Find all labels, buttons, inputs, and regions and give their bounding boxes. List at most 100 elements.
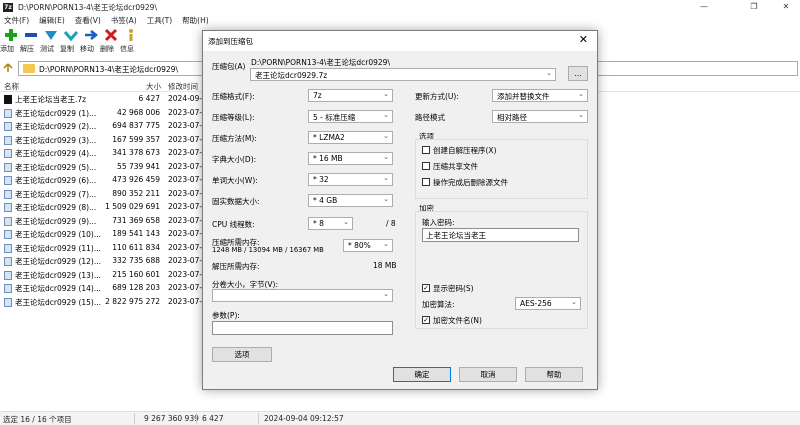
column-size[interactable]: 大小: [146, 81, 161, 92]
file-row[interactable]: 老王论坛dcr0929 (10)... 189 541 143 2023-07-2: [0, 228, 210, 242]
file-row[interactable]: 老王论坛dcr0929 (11)... 110 611 834 2023-07-2: [0, 242, 210, 256]
toolbar-test-button[interactable]: 测试: [40, 28, 62, 53]
delete-after-label: 操作完成后删除源文件: [433, 178, 508, 187]
file-name: 老王论坛dcr0929 (11)...: [15, 243, 101, 253]
column-name[interactable]: 名称: [4, 81, 19, 92]
threads-select[interactable]: * 8 ⌄: [308, 217, 353, 230]
file-row[interactable]: 老王论坛dcr0929 (13)... 215 160 601 2023-07-2: [0, 269, 210, 283]
dictionary-select[interactable]: * 16 MB ⌄: [308, 152, 393, 165]
compress-shared-label: 压缩共享文件: [433, 162, 478, 171]
parameters-label: 参数(P):: [212, 311, 240, 320]
file-size: 6 427: [138, 94, 160, 103]
file-size: 167 599 357: [112, 134, 160, 144]
add-to-archive-dialog: 添加到压缩包 ✕ 压缩包(A) D:\PORN\PORN13-4\老王论坛dcr…: [202, 30, 598, 390]
file-row[interactable]: 老王论坛dcr0929 (8)... 1 509 029 691 2023-07-2: [0, 201, 210, 215]
archive-name-combo[interactable]: 老王论坛dcr0929.7z ⌄: [250, 68, 556, 81]
word-size-value: * 32: [313, 175, 329, 184]
password-label: 输入密码:: [422, 218, 455, 227]
file-row[interactable]: 老王论坛dcr0929 (4)... 341 378 673 2023-07-2: [0, 147, 210, 161]
format-select[interactable]: 7z ⌄: [308, 89, 393, 102]
toolbar-move-button[interactable]: 移动: [80, 28, 102, 53]
file-row[interactable]: 老王论坛dcr0929 (5)... 55 739 941 2023-07-2: [0, 161, 210, 175]
options-button[interactable]: 选项: [212, 347, 272, 362]
menu-view[interactable]: 查看(V): [75, 15, 101, 26]
encryption-method-value: AES-256: [520, 299, 552, 308]
minimize-button[interactable]: —: [690, 0, 718, 14]
file-row[interactable]: 上老王论坛当老王.7z 6 427 2024-09-0: [0, 93, 210, 107]
column-modified[interactable]: 修改时间: [168, 81, 198, 92]
cancel-button[interactable]: 取消: [459, 367, 517, 382]
update-mode-select[interactable]: 添加并替换文件 ⌄: [492, 89, 588, 102]
status-divider: [134, 413, 135, 424]
file-size: 110 611 834: [112, 242, 160, 252]
file-name: 老王论坛dcr0929 (10)...: [15, 230, 101, 239]
memory-usage-select[interactable]: * 80% ⌄: [343, 239, 393, 252]
parameters-input[interactable]: [212, 321, 393, 335]
solid-size-select[interactable]: * 4 GB ⌄: [308, 194, 393, 207]
dictionary-label: 字典大小(D):: [212, 155, 257, 164]
file-name: 老王论坛dcr0929 (9)...: [15, 216, 97, 226]
maximize-button[interactable]: ❐: [740, 0, 768, 14]
chevron-down-icon: ⌄: [383, 132, 389, 140]
chevron-down-icon: ⌄: [578, 90, 584, 98]
dialog-titlebar: 添加到压缩包 ✕: [203, 31, 597, 51]
file-size: 55 739 941: [117, 161, 160, 171]
file-icon: [4, 270, 12, 280]
window-close-button[interactable]: ✕: [772, 0, 800, 14]
toolbar-add-label: 添加: [0, 45, 14, 53]
file-row[interactable]: 老王论坛dcr0929 (14)... 689 128 203 2023-07-2: [0, 282, 210, 296]
toolbar-extract-button[interactable]: 解压: [20, 28, 42, 53]
update-mode-label: 更新方式(U):: [415, 92, 459, 101]
level-value: 5 - 标准压缩: [313, 113, 356, 122]
word-size-select[interactable]: * 32 ⌄: [308, 173, 393, 186]
browse-button[interactable]: ...: [568, 66, 588, 81]
chevron-down-icon: ⌄: [546, 69, 552, 77]
checkbox-box: [422, 178, 430, 186]
file-name: 老王论坛dcr0929 (5)...: [15, 162, 97, 172]
update-mode-value: 添加并替换文件: [497, 92, 550, 101]
method-label: 压缩方法(M):: [212, 134, 257, 143]
window-title: D:\PORN\PORN13-4\老王论坛dcr0929\: [18, 2, 157, 12]
toolbar-info-button[interactable]: 信息: [120, 28, 142, 53]
file-icon: [4, 243, 12, 253]
level-select[interactable]: 5 - 标准压缩 ⌄: [308, 110, 393, 123]
file-row[interactable]: 老王论坛dcr0929 (1)... 42 968 006 2023-07-2: [0, 107, 210, 121]
chevron-down-icon: ⌄: [571, 298, 577, 306]
file-row[interactable]: 老王论坛dcr0929 (12)... 332 735 688 2023-07-2: [0, 255, 210, 269]
path-mode-select[interactable]: 相对路径 ⌄: [492, 110, 588, 123]
file-row[interactable]: 老王论坛dcr0929 (9)... 731 369 658 2023-07-2: [0, 215, 210, 229]
chevron-down-icon: ⌄: [383, 240, 389, 248]
menu-bookmarks[interactable]: 书签(A): [111, 15, 137, 26]
password-input[interactable]: 上老王论坛当老王: [422, 228, 579, 242]
dialog-close-button[interactable]: ✕: [579, 34, 588, 45]
menu-help[interactable]: 帮助(H): [182, 15, 209, 26]
folder-up-icon[interactable]: [3, 63, 13, 73]
toolbar: 添加 解压 测试 复制 移动 删除 信息: [0, 28, 210, 58]
toolbar-add-button[interactable]: 添加: [0, 28, 22, 53]
file-size: 731 369 658: [112, 215, 160, 225]
split-volume-combo[interactable]: ⌄: [212, 289, 393, 302]
menu-file[interactable]: 文件(F): [4, 15, 29, 26]
threads-value: * 8: [313, 219, 324, 228]
menu-edit[interactable]: 编辑(E): [39, 15, 65, 26]
ok-button[interactable]: 确定: [393, 367, 451, 382]
chevron-down-icon: ⌄: [383, 153, 389, 161]
file-size: 42 968 006: [117, 107, 160, 117]
toolbar-delete-button[interactable]: 删除: [100, 28, 122, 53]
menu-tools[interactable]: 工具(T): [147, 15, 172, 26]
dictionary-value: * 16 MB: [313, 154, 343, 163]
archive-file-icon: [4, 95, 12, 104]
file-icon: [4, 176, 12, 185]
dialog-title: 添加到压缩包: [208, 37, 253, 46]
file-name: 老王论坛dcr0929 (4)...: [15, 149, 97, 158]
toolbar-copy-button[interactable]: 复制: [60, 28, 82, 53]
file-row[interactable]: 老王论坛dcr0929 (2)... 694 837 775 2023-07-2: [0, 120, 210, 134]
info-icon: [129, 29, 133, 41]
encryption-method-select[interactable]: AES-256 ⌄: [515, 297, 581, 310]
file-row[interactable]: 老王论坛dcr0929 (7)... 890 352 211 2023-07-2: [0, 188, 210, 202]
file-row[interactable]: 老王论坛dcr0929 (6)... 473 926 459 2023-07-2: [0, 174, 210, 188]
file-row[interactable]: 老王论坛dcr0929 (3)... 167 599 357 2023-07-2: [0, 134, 210, 148]
method-select[interactable]: * LZMA2 ⌄: [308, 131, 393, 144]
help-button[interactable]: 帮助: [525, 367, 583, 382]
file-row[interactable]: 老王论坛dcr0929 (15)... 2 822 975 272 2023-07-…: [0, 296, 210, 310]
